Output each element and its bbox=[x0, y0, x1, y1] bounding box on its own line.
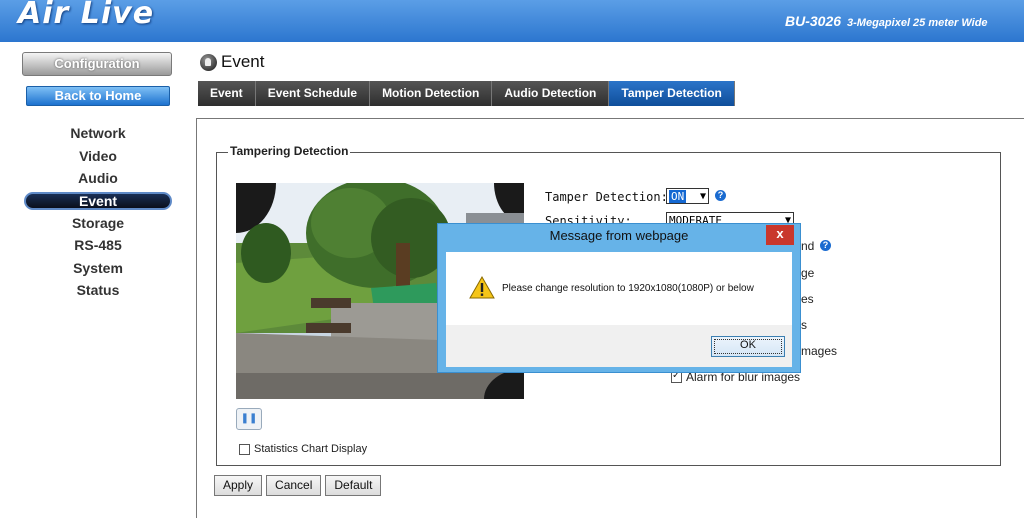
header-bar: Air Live BU-3026 3-Megapixel 25 meter Wid… bbox=[0, 0, 1024, 42]
dialog-body: Please change resolution to 1920x1080(10… bbox=[446, 252, 792, 325]
page-title-text: Event bbox=[221, 52, 265, 71]
help-icon[interactable]: ? bbox=[820, 240, 831, 251]
close-icon: x bbox=[776, 226, 784, 241]
option-text-2: ge bbox=[801, 266, 815, 280]
section-title: Tampering Detection bbox=[228, 144, 351, 158]
chevron-down-icon: ▼ bbox=[699, 191, 706, 202]
tab-event-schedule[interactable]: Event Schedule bbox=[255, 81, 371, 106]
configuration-button[interactable]: Configuration bbox=[22, 52, 172, 76]
option-text-1: nd bbox=[801, 239, 815, 253]
sidebar-item-rs485[interactable]: RS-485 bbox=[24, 234, 172, 257]
content-divider bbox=[196, 118, 1024, 119]
tamper-detection-value: ON bbox=[669, 190, 687, 203]
option-text-3: es bbox=[801, 292, 814, 306]
option-text-5: mages bbox=[801, 344, 838, 358]
pause-button[interactable]: ❚❚ bbox=[236, 408, 262, 430]
sidebar-item-network[interactable]: Network bbox=[24, 122, 172, 145]
model-description: 3-Megapixel 25 meter Wide bbox=[847, 17, 988, 29]
sidebar-nav: Network Video Audio Event Storage RS-485… bbox=[24, 122, 172, 302]
blur-alarm-checkbox[interactable] bbox=[671, 370, 682, 383]
tamper-detection-label: Tamper Detection: bbox=[545, 190, 668, 204]
close-button[interactable]: x bbox=[766, 225, 794, 245]
dialog-message: Please change resolution to 1920x1080(10… bbox=[502, 283, 754, 294]
tamper-detection-select[interactable]: ON ▼ bbox=[666, 188, 709, 204]
statistics-label: Statistics Chart Display bbox=[254, 443, 368, 455]
sidebar-item-status[interactable]: Status bbox=[24, 279, 172, 302]
tab-motion-detection[interactable]: Motion Detection bbox=[370, 81, 493, 106]
model-name: BU-3026 bbox=[785, 13, 842, 29]
dialog-title: Message from webpage bbox=[549, 228, 689, 243]
pause-icon: ❚❚ bbox=[240, 413, 258, 424]
cancel-button[interactable]: Cancel bbox=[266, 475, 322, 496]
tab-audio-detection[interactable]: Audio Detection bbox=[492, 81, 610, 106]
app-window: Air Live BU-3026 3-Megapixel 25 meter Wid… bbox=[0, 0, 1024, 518]
ok-button[interactable]: OK bbox=[711, 336, 785, 357]
option-text-4: s bbox=[801, 318, 807, 332]
apply-button[interactable]: Apply bbox=[214, 475, 263, 496]
message-dialog: Message from webpage x Please change res… bbox=[437, 223, 801, 373]
content-left-border bbox=[196, 118, 197, 518]
page-title: Event bbox=[200, 52, 264, 72]
sidebar-item-video[interactable]: Video bbox=[24, 145, 172, 168]
sidebar-item-event[interactable]: Event bbox=[24, 191, 172, 210]
tab-bar: Event Event Schedule Motion Detection Au… bbox=[198, 81, 735, 106]
product-model: BU-3026 3-Megapixel 25 meter Wide bbox=[785, 13, 988, 29]
sidebar-item-system[interactable]: System bbox=[24, 257, 172, 280]
dialog-footer: OK bbox=[446, 325, 792, 367]
brand-logo: Air Live bbox=[18, 0, 155, 31]
event-icon bbox=[200, 53, 217, 71]
warning-icon bbox=[469, 276, 495, 299]
tab-tamper-detection[interactable]: Tamper Detection bbox=[609, 81, 735, 106]
sidebar-item-storage[interactable]: Storage bbox=[24, 212, 172, 235]
back-to-home-button[interactable]: Back to Home bbox=[26, 86, 170, 106]
help-icon[interactable]: ? bbox=[715, 190, 726, 201]
action-buttons: Apply Cancel Default bbox=[214, 475, 382, 496]
sidebar-item-audio[interactable]: Audio bbox=[24, 167, 172, 190]
statistics-chart-toggle[interactable]: Statistics Chart Display bbox=[239, 443, 367, 455]
default-button[interactable]: Default bbox=[325, 475, 382, 496]
tab-event[interactable]: Event bbox=[198, 81, 256, 106]
statistics-checkbox[interactable] bbox=[239, 443, 250, 455]
